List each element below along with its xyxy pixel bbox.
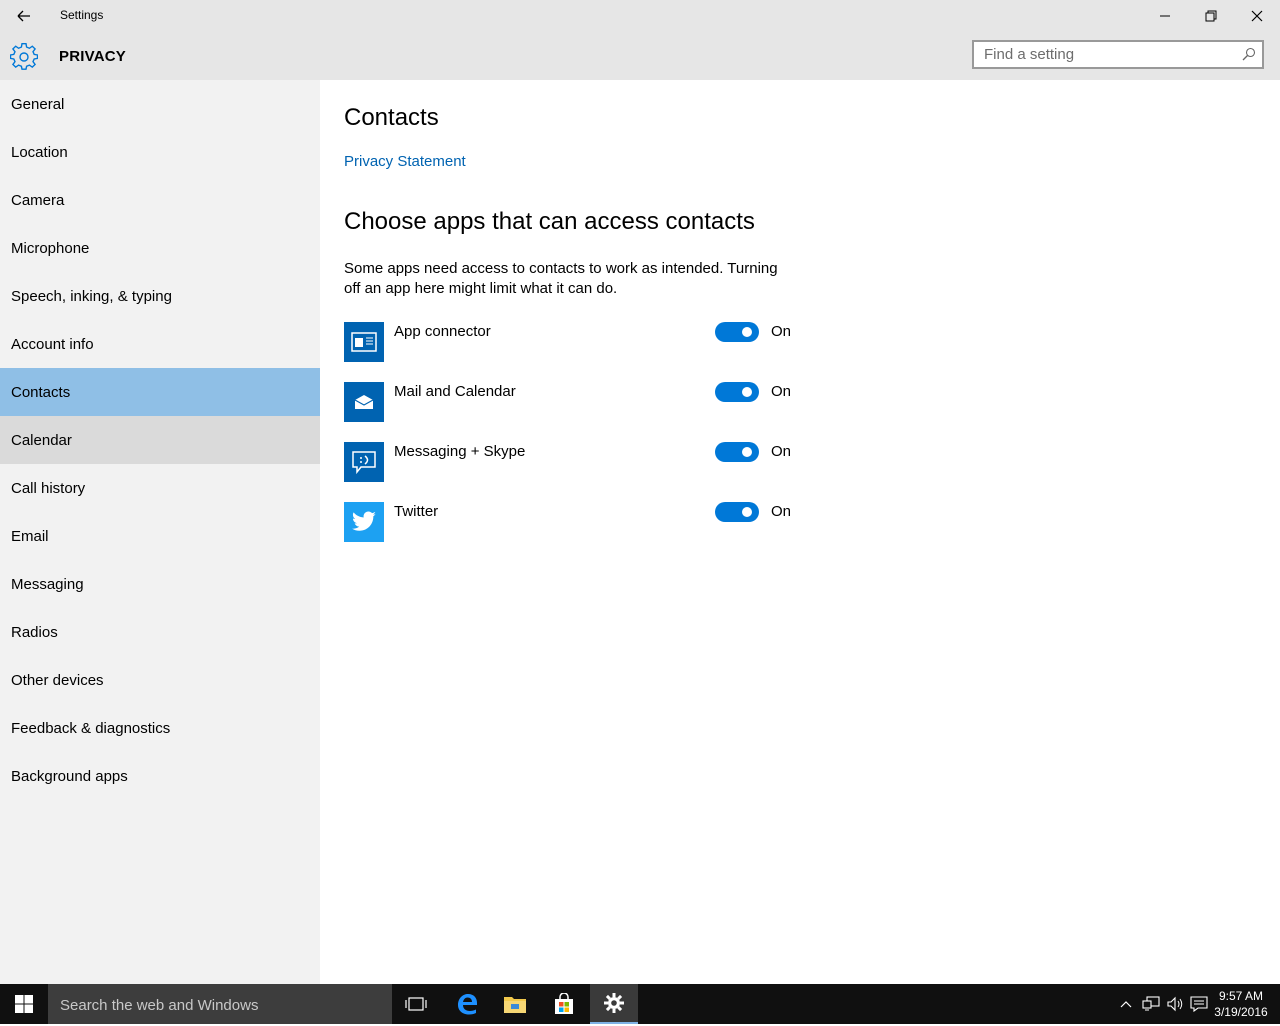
- toggle-state-label: On: [771, 443, 792, 460]
- sidebar-item-label: Other devices: [11, 671, 104, 689]
- sidebar-item-camera[interactable]: Camera: [0, 176, 320, 224]
- sidebar-item-calendar[interactable]: Calendar: [0, 416, 320, 464]
- sidebar-item-label: Call history: [11, 479, 86, 497]
- sidebar-item-feedback-diagnostics[interactable]: Feedback & diagnostics: [0, 704, 320, 752]
- sidebar-item-label: General: [11, 95, 65, 113]
- mail-calendar-toggle[interactable]: [715, 382, 759, 402]
- close-button[interactable]: [1234, 0, 1280, 32]
- twitter-icon: [344, 502, 384, 542]
- messaging-icon: [344, 442, 384, 482]
- volume-icon[interactable]: [1164, 984, 1186, 1024]
- sidebar-item-location[interactable]: Location: [0, 128, 320, 176]
- toggle-knob: [742, 507, 752, 517]
- clock-date: 3/19/2016: [1214, 1005, 1268, 1019]
- toggle-knob: [742, 387, 752, 397]
- gear-icon: [9, 43, 39, 71]
- app-row-twitter: Twitter On: [344, 502, 804, 542]
- sidebar-item-radios[interactable]: Radios: [0, 608, 320, 656]
- app-row-app-connector: App connector On: [344, 322, 804, 362]
- settings-taskbar-icon[interactable]: [590, 984, 638, 1024]
- sidebar-item-label: Account info: [11, 335, 94, 353]
- sidebar-item-label: Calendar: [11, 431, 72, 449]
- windows-logo-icon: [15, 995, 33, 1013]
- chevron-up-icon[interactable]: [1116, 984, 1136, 1024]
- toggle-state-label: On: [771, 503, 792, 520]
- taskbar-search-input[interactable]: [48, 984, 392, 1026]
- messaging-skype-toggle[interactable]: [715, 442, 759, 462]
- app-connector-toggle[interactable]: [715, 322, 759, 342]
- minimize-button[interactable]: [1142, 0, 1188, 32]
- edge-icon[interactable]: [443, 984, 491, 1024]
- sidebar-item-background-apps[interactable]: Background apps: [0, 752, 320, 800]
- taskbar-clock[interactable]: 9:57 AM 3/19/2016: [1208, 984, 1274, 1024]
- section-description: Some apps need access to contacts to wor…: [344, 260, 778, 297]
- start-button[interactable]: [0, 984, 48, 1024]
- taskbar-search-box[interactable]: [48, 984, 392, 1026]
- store-icon[interactable]: [540, 984, 588, 1024]
- restore-button[interactable]: [1188, 0, 1234, 32]
- find-setting-input[interactable]: [974, 42, 1244, 67]
- sidebar-item-account-info[interactable]: Account info: [0, 320, 320, 368]
- find-setting-box[interactable]: [972, 40, 1264, 69]
- task-view-icon[interactable]: [392, 984, 440, 1024]
- settings-header: PRIVACY: [0, 32, 1280, 80]
- section-heading: Choose apps that can access contacts: [344, 208, 755, 235]
- sidebar-item-label: Messaging: [11, 575, 84, 593]
- sidebar-item-contacts[interactable]: Contacts: [0, 368, 320, 416]
- twitter-toggle[interactable]: [715, 502, 759, 522]
- app-row-mail-calendar: Mail and Calendar On: [344, 382, 804, 422]
- app-row-messaging-skype: Messaging + Skype On: [344, 442, 804, 482]
- back-arrow-icon[interactable]: [10, 6, 36, 26]
- sidebar-item-email[interactable]: Email: [0, 512, 320, 560]
- app-name: Mail and Calendar: [394, 383, 516, 400]
- sidebar: General Location Camera Microphone Speec…: [0, 80, 320, 984]
- file-explorer-icon[interactable]: [491, 984, 539, 1024]
- sidebar-item-label: Camera: [11, 191, 65, 209]
- privacy-statement-link[interactable]: Privacy Statement: [344, 153, 466, 170]
- network-icon[interactable]: [1140, 984, 1162, 1024]
- sidebar-item-label: Location: [11, 143, 68, 161]
- title-bar: Settings: [0, 0, 1280, 32]
- app-connector-icon: [344, 322, 384, 362]
- app-name: App connector: [394, 323, 491, 340]
- search-icon[interactable]: [1242, 47, 1256, 61]
- sidebar-item-microphone[interactable]: Microphone: [0, 224, 320, 272]
- sidebar-item-other-devices[interactable]: Other devices: [0, 656, 320, 704]
- sidebar-item-messaging[interactable]: Messaging: [0, 560, 320, 608]
- toggle-knob: [742, 327, 752, 337]
- action-center-icon[interactable]: [1188, 984, 1210, 1024]
- toggle-state-label: On: [771, 323, 792, 340]
- toggle-state-label: On: [771, 383, 792, 400]
- sidebar-item-label: Microphone: [11, 239, 90, 257]
- sidebar-item-label: Contacts: [11, 383, 71, 401]
- clock-time: 9:57 AM: [1218, 989, 1264, 1003]
- sidebar-item-label: Speech, inking, & typing: [11, 287, 172, 305]
- app-name: Messaging + Skype: [394, 443, 526, 460]
- sidebar-item-label: Radios: [11, 623, 58, 641]
- window-title: Settings: [60, 8, 104, 22]
- app-name: Twitter: [394, 503, 439, 520]
- toggle-knob: [742, 447, 752, 457]
- sidebar-item-label: Background apps: [11, 767, 128, 785]
- section-title: PRIVACY: [59, 48, 126, 65]
- taskbar: 9:57 AM 3/19/2016: [0, 984, 1280, 1026]
- page-title: Contacts: [344, 104, 439, 131]
- main-content: Contacts Privacy Statement Choose apps t…: [320, 80, 1280, 984]
- sidebar-item-general[interactable]: General: [0, 80, 320, 128]
- sidebar-item-speech-inking-typing[interactable]: Speech, inking, & typing: [0, 272, 320, 320]
- sidebar-item-label: Feedback & diagnostics: [11, 719, 171, 737]
- mail-icon: [344, 382, 384, 422]
- sidebar-item-label: Email: [11, 527, 49, 545]
- sidebar-item-call-history[interactable]: Call history: [0, 464, 320, 512]
